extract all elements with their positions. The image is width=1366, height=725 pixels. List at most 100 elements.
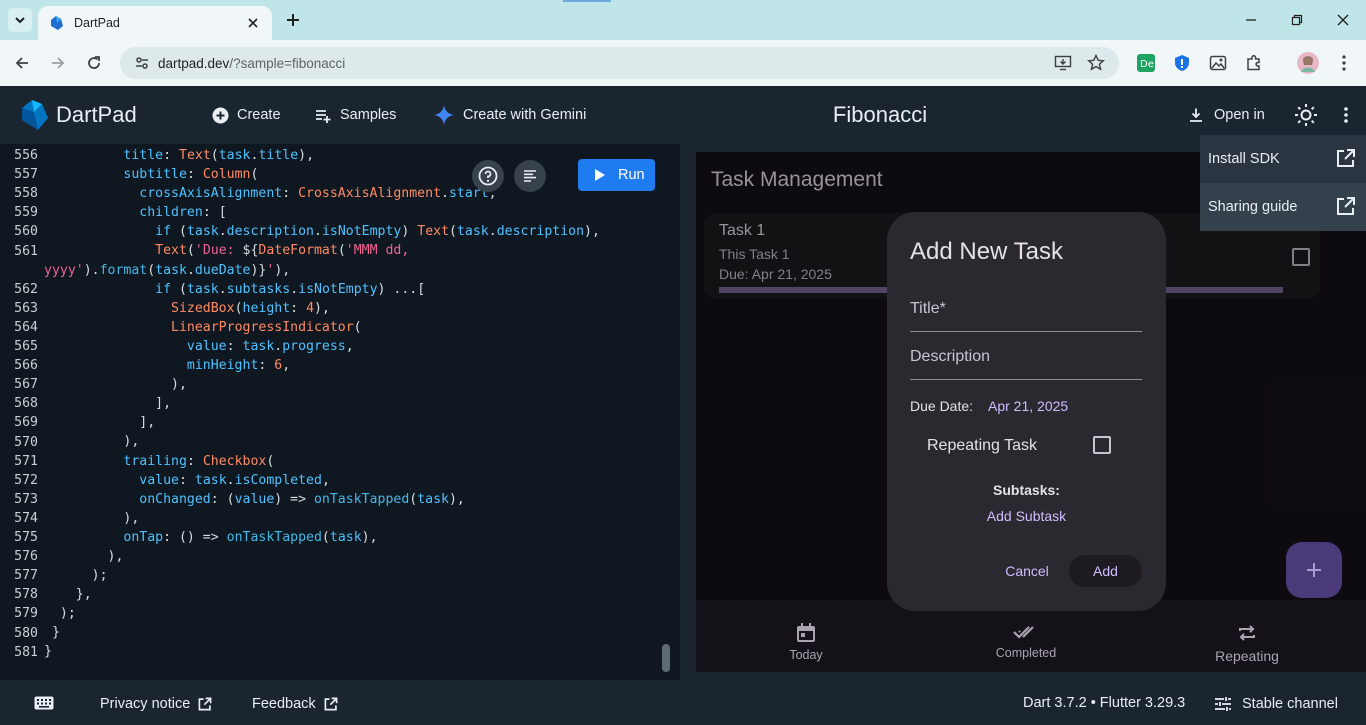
- line-number: 575: [14, 530, 38, 545]
- add-task-dialog: Add New Task Title* Description Due Date…: [887, 212, 1166, 611]
- format-button[interactable]: [514, 160, 546, 192]
- bookmark-button[interactable]: [1084, 51, 1108, 75]
- line-number: 573: [14, 491, 38, 507]
- documentation-button[interactable]: [472, 160, 504, 192]
- title-field[interactable]: Title*: [910, 292, 1142, 332]
- open-in-new-icon: [324, 697, 338, 711]
- minimize-button[interactable]: [1239, 8, 1263, 32]
- svg-text:De: De: [1140, 59, 1154, 70]
- reload-icon: [88, 56, 100, 69]
- theme-toggle-button[interactable]: [1294, 103, 1318, 127]
- arrow-right-icon: [52, 57, 65, 69]
- minimize-icon: [1246, 19, 1256, 21]
- run-button[interactable]: Run: [578, 159, 655, 191]
- site-info-icon[interactable]: [134, 55, 150, 71]
- editor-scrollbar-thumb[interactable]: [662, 644, 670, 672]
- install-desktop-icon: [1054, 55, 1072, 71]
- playlist-add-icon: [316, 109, 331, 123]
- close-icon: [1337, 14, 1349, 26]
- add-circle-icon: [212, 107, 229, 123]
- reload-button[interactable]: [82, 51, 106, 75]
- channel-label: Stable channel: [1242, 696, 1338, 712]
- shield-icon: [1175, 55, 1189, 71]
- extension-image-button[interactable]: [1207, 52, 1229, 74]
- repeating-task-checkbox[interactable]: [1093, 436, 1111, 454]
- line-number: 577: [14, 568, 38, 584]
- play-icon: [595, 169, 605, 181]
- create-with-gemini-button[interactable]: Create with Gemini: [433, 103, 586, 127]
- url-text: dartpad.dev/?sample=fibonacci: [158, 56, 345, 71]
- line-number: 570: [14, 434, 38, 450]
- line-number: 563: [14, 300, 38, 316]
- open-in-button[interactable]: Open in: [1188, 103, 1265, 127]
- forward-button[interactable]: [46, 51, 70, 75]
- browser-tab-dartpad[interactable]: DartPad: [38, 6, 272, 40]
- line-number: 566: [14, 358, 38, 374]
- channel-selector[interactable]: Stable channel: [1214, 694, 1338, 714]
- samples-label: Samples: [340, 107, 397, 123]
- calendar-icon: [797, 623, 815, 642]
- samples-button[interactable]: Samples: [315, 103, 396, 127]
- line-number: 556: [14, 148, 38, 163]
- extensions-button[interactable]: [1243, 52, 1265, 74]
- add-task-fab[interactable]: [1286, 542, 1342, 598]
- add-subtask-button[interactable]: Add Subtask: [887, 508, 1166, 524]
- format-align-icon: [524, 170, 536, 182]
- more-vert-icon: [1344, 107, 1348, 123]
- feedback-link[interactable]: Feedback: [252, 694, 338, 714]
- line-number: 564: [14, 319, 38, 335]
- panel-splitter[interactable]: [680, 144, 688, 680]
- tab-close-icon[interactable]: [244, 14, 262, 32]
- done-all-icon: [1013, 626, 1034, 639]
- tab-search-button[interactable]: [8, 8, 32, 32]
- open-in-new-icon: [1337, 149, 1355, 167]
- due-date-picker[interactable]: Apr 21, 2025: [988, 398, 1068, 414]
- code-text: title: Text(task.title), subtitle: Colum…: [44, 148, 600, 660]
- browser-menu-button[interactable]: [1333, 52, 1355, 74]
- tab-title: DartPad: [74, 16, 120, 30]
- line-number: 561: [14, 243, 38, 259]
- line-number: 567: [14, 377, 38, 393]
- avatar-icon: [1297, 52, 1319, 74]
- app-name: DartPad: [56, 102, 137, 127]
- new-tab-button[interactable]: [282, 9, 304, 31]
- dartpad-header: DartPad Create Samples Create with Gemin…: [0, 86, 1366, 144]
- restore-icon: [1291, 14, 1303, 26]
- dart-logo-icon[interactable]: [16, 98, 50, 132]
- plus-icon: [1307, 563, 1321, 577]
- sun-icon: [1295, 104, 1317, 126]
- repeat-icon: [1239, 625, 1255, 641]
- create-button[interactable]: Create: [212, 103, 281, 127]
- extension-shield-button[interactable]: [1171, 52, 1193, 74]
- restore-button[interactable]: [1285, 8, 1309, 32]
- arrow-left-icon: [15, 57, 28, 69]
- cancel-button[interactable]: Cancel: [995, 555, 1059, 587]
- menu-item-install-sdk[interactable]: Install SDK: [1200, 135, 1366, 183]
- gemini-label: Create with Gemini: [463, 107, 587, 123]
- code-editor[interactable]: 556 557 558 559 560 561 562 563 564 565 566 567 568 5…: [0, 144, 680, 680]
- back-button[interactable]: [10, 51, 34, 75]
- extension-de-button[interactable]: De: [1135, 52, 1157, 74]
- nav-today[interactable]: Today: [746, 622, 866, 662]
- more-menu-button[interactable]: [1334, 103, 1358, 127]
- dialog-title: Add New Task: [910, 238, 1063, 265]
- menu-item-sharing-guide[interactable]: Sharing guide: [1200, 183, 1366, 231]
- keyboard-icon: [34, 696, 54, 710]
- nav-repeating[interactable]: Repeating: [1187, 622, 1307, 664]
- description-placeholder: Description: [910, 348, 991, 365]
- description-field[interactable]: Description: [910, 340, 1142, 380]
- add-button[interactable]: Add: [1069, 555, 1142, 587]
- repeating-task-label: Repeating Task: [927, 437, 1037, 454]
- nav-repeating-label: Repeating: [1215, 648, 1279, 664]
- install-app-button[interactable]: [1051, 51, 1075, 75]
- profile-avatar[interactable]: [1296, 51, 1320, 75]
- plus-icon: [287, 14, 299, 26]
- line-number: 579: [14, 606, 38, 622]
- tabstrip-accent: [563, 0, 611, 2]
- privacy-notice-link[interactable]: Privacy notice: [100, 694, 212, 714]
- keyboard-shortcuts-button[interactable]: [34, 696, 54, 715]
- open-in-new-icon: [198, 697, 212, 711]
- nav-completed[interactable]: Completed: [966, 622, 1086, 660]
- address-bar[interactable]: dartpad.dev/?sample=fibonacci: [120, 47, 1119, 79]
- close-window-button[interactable]: [1331, 8, 1355, 32]
